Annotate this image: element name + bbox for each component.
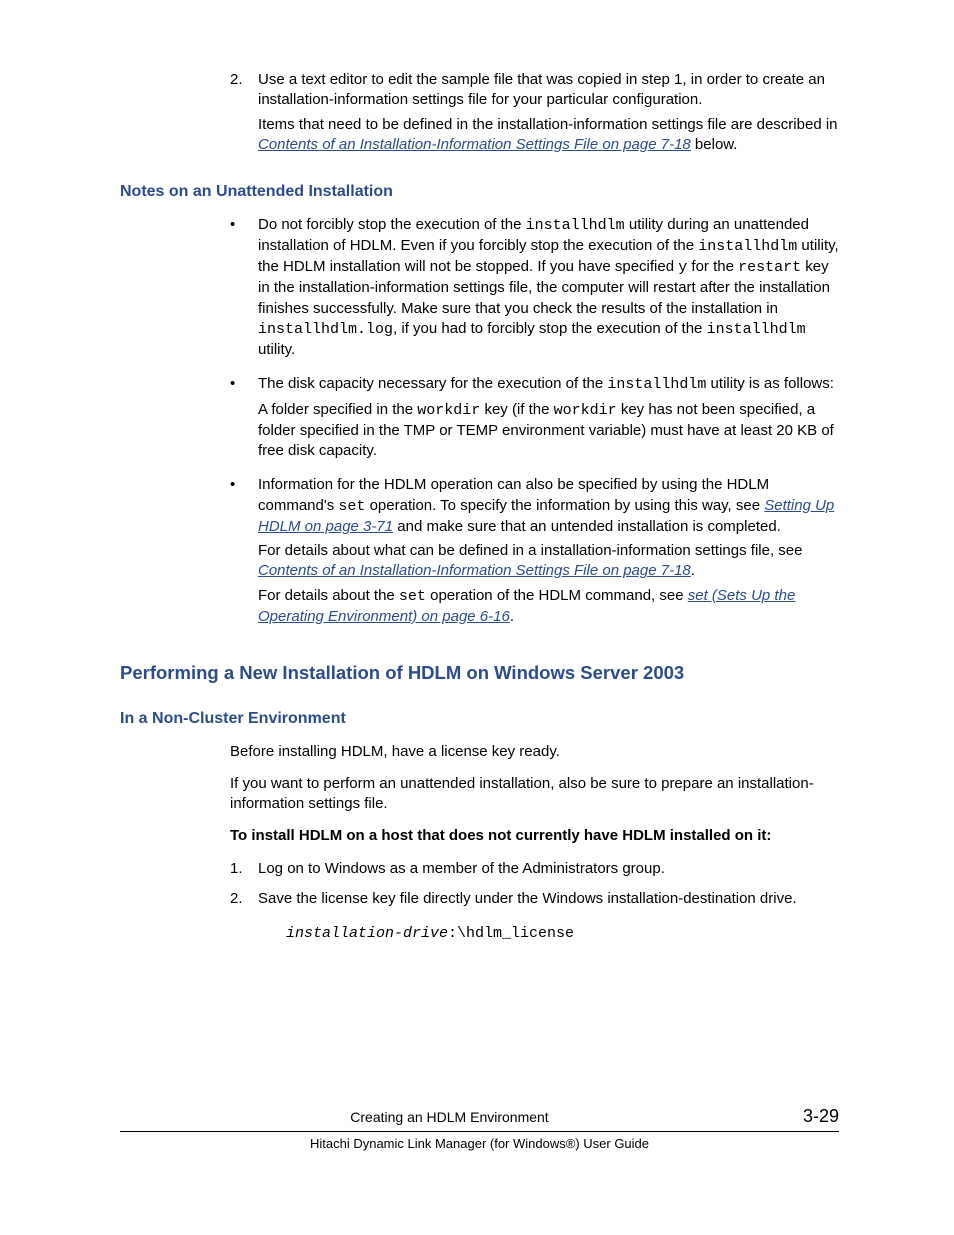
step-2-text: Use a text editor to edit the sample fil… [258,70,839,111]
nc-step-1-text: Log on to Windows as a member of the Adm… [258,859,839,879]
step-2-note: Items that need to be defined in the ins… [258,115,839,156]
bullet-icon: • [230,215,258,365]
nc-step-2-text: Save the license key file directly under… [258,889,839,909]
bullet-icon: • [230,374,258,465]
footer-guide-title: Hitachi Dynamic Link Manager (for Window… [120,1135,839,1153]
nc-para-2: If you want to perform an unattended ins… [230,774,839,815]
note-1-text: Do not forcibly stop the execution of th… [258,215,839,361]
link-contents-settings-file-1[interactable]: Contents of an Installation-Information … [258,136,691,153]
nc-step-1-number: 1. [230,859,258,883]
heading-non-cluster: In a Non-Cluster Environment [120,708,839,730]
footer-section-title: Creating an HDLM Environment [120,1108,779,1127]
note-bullet-3: • Information for the HDLM operation can… [230,475,839,631]
note-3-text-c: For details about the set operation of t… [258,586,839,628]
step-2: 2. Use a text editor to edit the sample … [230,70,839,159]
link-contents-settings-file-2[interactable]: Contents of an Installation-Information … [258,562,691,579]
note-2-text-b: A folder specified in the workdir key (i… [258,400,839,462]
heading-performing-new-install: Performing a New Installation of HDLM on… [120,661,839,686]
footer-page-number: 3-29 [779,1104,839,1128]
nc-step-2-number: 2. [230,889,258,945]
nc-bold-heading: To install HDLM on a host that does not … [230,826,839,846]
nc-para-1: Before installing HDLM, have a license k… [230,742,839,762]
note-bullet-1: • Do not forcibly stop the execution of … [230,215,839,365]
page-footer: Creating an HDLM Environment 3-29 Hitach… [120,1104,839,1152]
heading-notes-unattended: Notes on an Unattended Installation [120,181,839,203]
note-3-text-b: For details about what can be defined in… [258,541,839,582]
step-2-number: 2. [230,70,258,159]
note-2-text-a: The disk capacity necessary for the exec… [258,374,839,395]
note-bullet-2: • The disk capacity necessary for the ex… [230,374,839,465]
note-3-text-a: Information for the HDLM operation can a… [258,475,839,537]
nc-step-2-code: installation-drive:\hdlm_license [286,923,839,944]
nc-step-2: 2. Save the license key file directly un… [230,889,839,945]
nc-step-1: 1. Log on to Windows as a member of the … [230,859,839,883]
bullet-icon: • [230,475,258,631]
